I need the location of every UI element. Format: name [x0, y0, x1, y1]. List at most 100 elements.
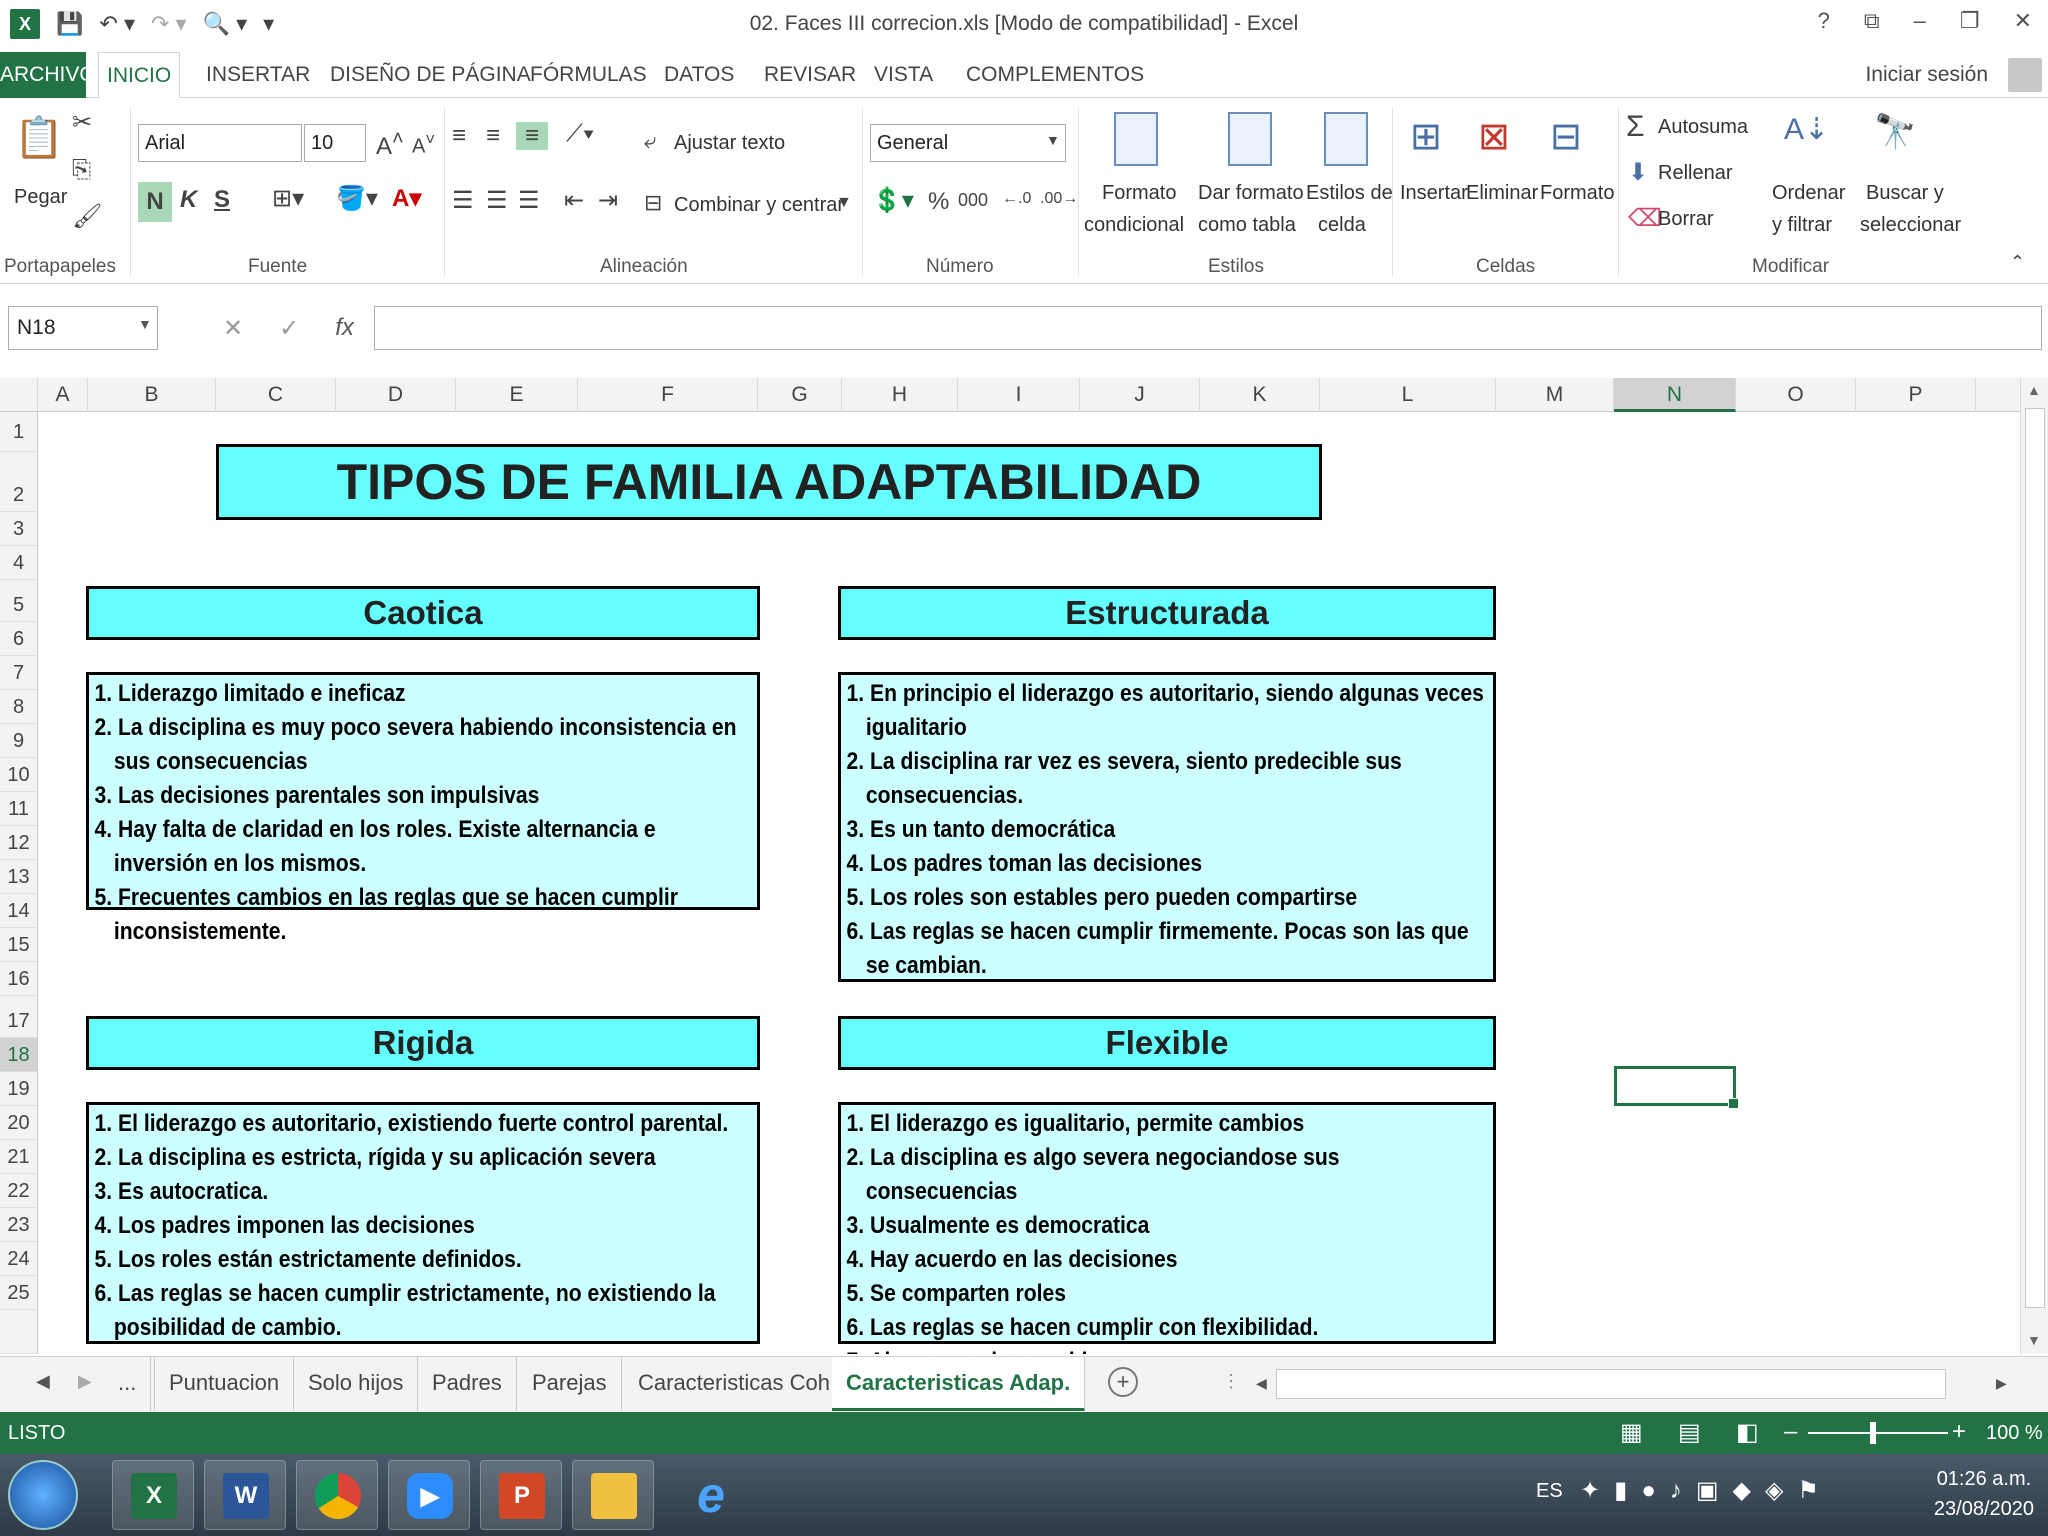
autosum-icon[interactable]: Σ: [1626, 110, 1645, 144]
taskbar-internet-explorer[interactable]: e: [670, 1460, 752, 1530]
number-format-dropdown[interactable]: General: [870, 124, 1066, 162]
sign-in-link[interactable]: Iniciar sesión: [1865, 52, 1988, 98]
autosum-button[interactable]: Autosuma: [1658, 116, 1748, 139]
confirm-icon[interactable]: ✓: [279, 314, 299, 343]
increase-decimal-icon[interactable]: ←.0: [1002, 190, 1031, 208]
cut-icon[interactable]: ✂: [72, 108, 92, 137]
decrease-indent-icon[interactable]: ⇤: [564, 186, 584, 215]
format-as-table-label-1[interactable]: Dar formato: [1198, 182, 1304, 205]
column-header[interactable]: A: [38, 378, 88, 412]
collapse-ribbon-icon[interactable]: ⌃: [2010, 252, 2025, 273]
format-cells-button[interactable]: Formato: [1540, 182, 1614, 205]
scroll-right-icon[interactable]: ▶: [1996, 1375, 2007, 1392]
taskbar-word[interactable]: W: [204, 1460, 286, 1530]
next-sheet-icon[interactable]: ▶: [78, 1371, 92, 1392]
row-header[interactable]: 4: [0, 546, 38, 580]
vertical-scrollbar[interactable]: ▲ ▼: [2020, 378, 2048, 1354]
row-header[interactable]: 7: [0, 656, 38, 690]
row-header[interactable]: 10: [0, 758, 38, 792]
delete-cells-button[interactable]: Eliminar: [1466, 182, 1538, 205]
tab-archivo[interactable]: ARCHIVO: [0, 52, 96, 98]
sheet-tab-padres[interactable]: Padres: [418, 1357, 517, 1411]
row-header[interactable]: 15: [0, 928, 38, 962]
row-header[interactable]: 21: [0, 1140, 38, 1174]
insert-function-icon[interactable]: fx: [335, 314, 354, 342]
close-icon[interactable]: ✕: [2014, 8, 2032, 34]
row-header[interactable]: 20: [0, 1106, 38, 1140]
fill-color-icon[interactable]: 🪣▾: [336, 184, 378, 213]
clock[interactable]: 01:26 a.m. 23/08/2020: [1934, 1464, 2034, 1524]
column-header[interactable]: M: [1496, 378, 1614, 412]
increase-indent-icon[interactable]: ⇥: [598, 186, 618, 215]
column-header[interactable]: I: [958, 378, 1080, 412]
row-header[interactable]: 16: [0, 962, 38, 996]
column-header[interactable]: P: [1856, 378, 1976, 412]
name-box[interactable]: N18: [8, 306, 158, 350]
minimize-icon[interactable]: –: [1914, 8, 1926, 34]
row-header[interactable]: 22: [0, 1174, 38, 1208]
sheet-tab-more[interactable]: ...: [104, 1357, 152, 1411]
zoom-level[interactable]: 100 %: [1986, 1422, 2043, 1445]
tab-formulas[interactable]: FÓRMULAS: [522, 52, 655, 98]
grow-font-icon[interactable]: A˄: [376, 128, 404, 161]
add-sheet-icon[interactable]: +: [1108, 1367, 1138, 1397]
column-header[interactable]: E: [456, 378, 578, 412]
column-header[interactable]: D: [336, 378, 456, 412]
name-box-dropdown-icon[interactable]: ▼: [138, 316, 152, 332]
sort-filter-icon[interactable]: A⇣: [1784, 112, 1829, 147]
row-header[interactable]: 3: [0, 512, 38, 546]
align-bottom-icon[interactable]: ≡: [516, 122, 548, 150]
font-name-dropdown[interactable]: Arial: [138, 124, 302, 162]
zoom-slider-thumb[interactable]: [1870, 1422, 1876, 1444]
cell-styles-label-1[interactable]: Estilos de: [1306, 182, 1393, 205]
wrap-text-icon[interactable]: ⤶: [644, 128, 656, 154]
accounting-format-icon[interactable]: 💲▾: [872, 186, 914, 215]
row-header[interactable]: [0, 1310, 38, 1354]
row-header[interactable]: 5: [0, 580, 38, 622]
align-center-icon[interactable]: ☰: [486, 186, 508, 215]
column-header[interactable]: G: [758, 378, 842, 412]
tab-datos[interactable]: DATOS: [656, 52, 742, 98]
sheet-tab-caracteristicas-adap[interactable]: Caracteristicas Adap.: [832, 1357, 1086, 1411]
format-painter-icon[interactable]: 🖌: [72, 202, 102, 231]
decrease-decimal-icon[interactable]: .00→: [1040, 190, 1078, 208]
find-select-label-1[interactable]: Buscar y: [1866, 182, 1944, 205]
merge-dropdown-icon[interactable]: ▼: [836, 194, 852, 212]
page-layout-view-icon[interactable]: ▤: [1678, 1418, 1701, 1447]
column-header[interactable]: J: [1080, 378, 1200, 412]
align-middle-icon[interactable]: ≡: [486, 122, 500, 150]
fill-button[interactable]: Rellenar: [1658, 162, 1732, 185]
horizontal-scroll-thumb[interactable]: [1276, 1369, 1946, 1399]
align-left-icon[interactable]: ☰: [452, 186, 474, 215]
help-icon[interactable]: ?: [1818, 8, 1830, 34]
column-header[interactable]: B: [88, 378, 216, 412]
orientation-icon[interactable]: ⟋▾: [566, 120, 595, 148]
paste-button[interactable]: Pegar: [14, 186, 67, 209]
row-header[interactable]: 6: [0, 622, 38, 656]
tab-insertar[interactable]: INSERTAR: [198, 52, 318, 98]
clear-eraser-icon[interactable]: ⌫: [1628, 204, 1662, 233]
page-break-view-icon[interactable]: ◧: [1736, 1418, 1759, 1447]
find-select-icon[interactable]: 🔭: [1874, 112, 1916, 152]
zoom-slider[interactable]: [1808, 1432, 1948, 1434]
language-indicator[interactable]: ES: [1536, 1480, 1563, 1503]
taskbar-file-explorer[interactable]: [572, 1460, 654, 1530]
clear-button[interactable]: Borrar: [1658, 208, 1714, 231]
tab-complementos[interactable]: COMPLEMENTOS: [958, 52, 1152, 98]
worksheet-grid[interactable]: A B C D E F G H I J K L M N O P 1 2 3 4 …: [0, 378, 2020, 1354]
delete-cells-icon[interactable]: ⊠: [1478, 114, 1510, 159]
ribbon-display-icon[interactable]: ⧉: [1864, 8, 1880, 34]
row-header-selected[interactable]: 18: [0, 1038, 38, 1072]
scroll-left-icon[interactable]: ◀: [1256, 1375, 1267, 1392]
conditional-format-label-1[interactable]: Formato: [1102, 182, 1176, 205]
underline-button[interactable]: S: [214, 186, 230, 214]
format-as-table-icon[interactable]: [1228, 112, 1272, 166]
sheet-tab-puntuacion[interactable]: Puntuacion: [154, 1357, 295, 1411]
paste-icon[interactable]: 📋: [14, 114, 64, 170]
conditional-format-icon[interactable]: [1114, 112, 1158, 166]
bold-button[interactable]: N: [138, 182, 172, 222]
tab-revisar[interactable]: REVISAR: [756, 52, 864, 98]
splitter-dots-icon[interactable]: ⋮: [1222, 1371, 1240, 1392]
sheet-tab-parejas[interactable]: Parejas: [518, 1357, 622, 1411]
taskbar-powerpoint[interactable]: P: [480, 1460, 562, 1530]
